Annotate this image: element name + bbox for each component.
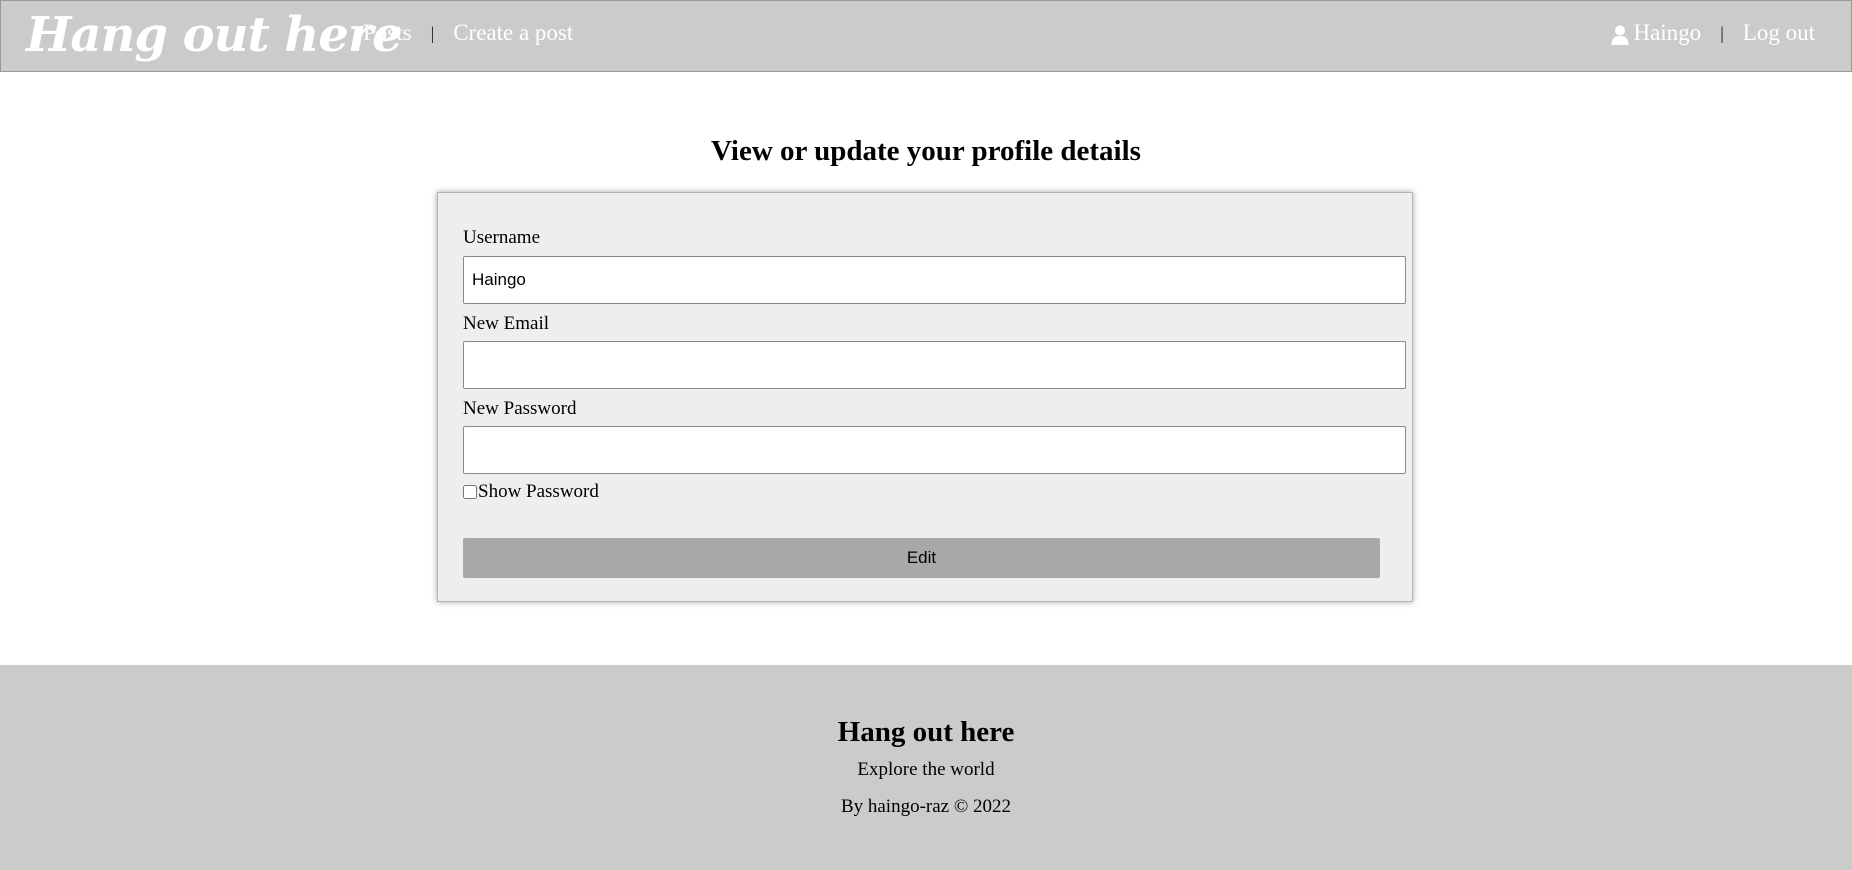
nav-separator: |	[430, 23, 435, 43]
show-password-label: Show Password	[478, 481, 599, 502]
user-icon	[1611, 23, 1629, 45]
email-field[interactable]	[463, 341, 1406, 389]
site-logo[interactable]: Hang out here	[26, 3, 403, 67]
footer-tagline: Explore the world	[857, 759, 995, 780]
password-field[interactable]	[463, 426, 1406, 474]
logout-link[interactable]: Log out	[1743, 18, 1815, 48]
footer-credit: By haingo-raz © 2022	[840, 796, 1012, 817]
profile-link[interactable]: Haingo	[1611, 18, 1701, 48]
page-title: View or update your profile details	[711, 135, 1141, 167]
main-nav: Posts | Create a post	[363, 18, 573, 48]
site-header: Hang out here Posts | Create a post Hain…	[0, 0, 1852, 72]
edit-button[interactable]: Edit	[463, 538, 1380, 578]
user-nav-separator: |	[1720, 23, 1724, 43]
email-label: New Email	[463, 313, 550, 334]
profile-username: Haingo	[1633, 20, 1702, 45]
site-footer: Hang out here Explore the world By haing…	[0, 665, 1852, 870]
show-password-checkbox[interactable]	[463, 485, 477, 499]
user-nav: Haingo | Log out	[1611, 18, 1815, 48]
nav-link-create-post[interactable]: Create a post	[453, 18, 573, 48]
nav-link-posts[interactable]: Posts	[363, 18, 412, 48]
footer-title: Hang out here	[837, 716, 1015, 748]
username-label: Username	[463, 227, 541, 248]
profile-form: Username New Email New Password Show Pas…	[437, 192, 1413, 602]
show-password-toggle[interactable]: Show Password	[463, 480, 599, 504]
username-field[interactable]	[463, 256, 1406, 304]
password-label: New Password	[463, 398, 577, 419]
